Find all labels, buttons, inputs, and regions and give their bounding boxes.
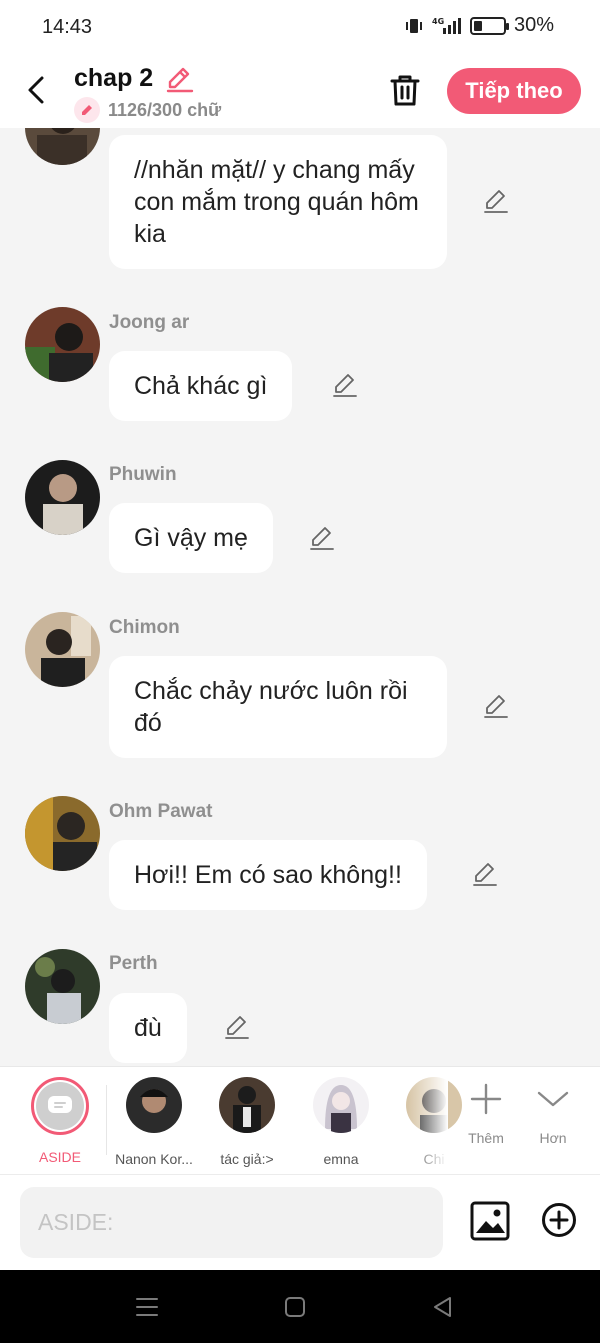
word-count: 1126/300 chữ [108, 99, 222, 120]
message-bubble[interactable]: Chả khác gì [109, 351, 293, 421]
title-block: chap 2 1126/300 chữ [74, 64, 221, 123]
message-bubble[interactable]: Chắc chảy nước luôn rồi đó [109, 656, 447, 758]
plus-icon [470, 1083, 502, 1115]
system-nav-bar [0, 1270, 600, 1343]
character-selector: ASIDE Nanon Kor... tác giả:> emna Chi Th… [0, 1066, 600, 1174]
back-nav-icon[interactable] [430, 1294, 456, 1320]
chevron-down-icon [537, 1091, 569, 1107]
avatar[interactable] [25, 307, 100, 382]
speaker-name: Joong ar [109, 312, 190, 333]
battery-percent: 30% [513, 14, 554, 36]
avatar [219, 1077, 275, 1133]
signal-icon: 4G [432, 17, 461, 34]
add-circle-icon[interactable] [541, 1202, 577, 1238]
character-name: emna [323, 1151, 359, 1167]
character-item[interactable]: tác giả:> [207, 1077, 287, 1167]
svg-text:4G: 4G [432, 17, 444, 26]
message-bubble[interactable]: //nhăn mặt// y chang mấy con mắm trong q… [109, 135, 447, 269]
message-bubble[interactable]: Hơi!! Em có sao không!! [109, 840, 427, 910]
edit-message-icon[interactable] [223, 1013, 251, 1041]
avatar [126, 1077, 182, 1133]
add-character-button[interactable]: Thêm [456, 1083, 516, 1146]
edit-title-icon[interactable] [164, 65, 194, 93]
character-item[interactable]: Nanon Kor... [114, 1077, 194, 1167]
page-title: chap 2 [74, 64, 154, 92]
edit-message-icon[interactable] [331, 371, 359, 399]
message-input[interactable] [20, 1187, 443, 1258]
edit-message-icon[interactable] [482, 187, 510, 215]
avatar[interactable] [25, 949, 100, 1024]
speaker-name: Perth [109, 953, 158, 974]
speaker-name: Chimon [109, 617, 180, 638]
next-button[interactable]: Tiếp theo [447, 68, 581, 114]
edit-message-icon[interactable] [308, 524, 336, 552]
more-characters-button[interactable]: Hơn [523, 1083, 583, 1146]
status-indicators: 4G 30% [404, 14, 554, 37]
speaker-name: Phuwin [109, 464, 177, 485]
image-icon[interactable] [470, 1201, 510, 1241]
edit-message-icon[interactable] [471, 860, 499, 888]
word-count-row: 1126/300 chữ [74, 97, 221, 123]
chat-area[interactable]: //nhăn mặt// y chang mấy con mắm trong q… [0, 128, 600, 1066]
divider [106, 1085, 107, 1155]
character-name: ASIDE [38, 1149, 81, 1165]
character-name: tác giả:> [220, 1151, 274, 1167]
status-bar: 14:43 4G 30% [0, 0, 600, 56]
character-aside[interactable]: ASIDE [20, 1077, 100, 1165]
home-icon[interactable] [282, 1294, 308, 1320]
status-time: 14:43 [42, 16, 93, 38]
chevron-left-icon[interactable] [22, 72, 54, 108]
editor-header: chap 2 1126/300 chữ Tiếp theo [0, 56, 600, 128]
vibrate-icon [405, 18, 422, 33]
character-item[interactable]: emna [301, 1077, 381, 1167]
avatar[interactable] [25, 460, 100, 535]
avatar[interactable] [25, 612, 100, 687]
battery-icon [469, 16, 509, 35]
avatar [313, 1077, 369, 1133]
pencil-icon [74, 97, 100, 123]
chat-bubble-icon [36, 1082, 84, 1130]
character-name: Nanon Kor... [115, 1151, 193, 1167]
avatar[interactable] [25, 128, 100, 165]
message-bubble[interactable]: Gì vậy mẹ [109, 503, 273, 573]
menu-icon[interactable] [134, 1294, 160, 1320]
message-bubble[interactable]: đù [109, 993, 187, 1063]
scroll-fade [408, 1067, 448, 1173]
avatar[interactable] [25, 796, 100, 871]
compose-bar [0, 1174, 600, 1270]
more-label: Hơn [539, 1130, 567, 1146]
trash-icon[interactable] [386, 72, 424, 108]
edit-message-icon[interactable] [482, 692, 510, 720]
speaker-name: Ohm Pawat [109, 801, 213, 822]
aside-avatar [31, 1077, 89, 1135]
add-label: Thêm [468, 1130, 504, 1146]
